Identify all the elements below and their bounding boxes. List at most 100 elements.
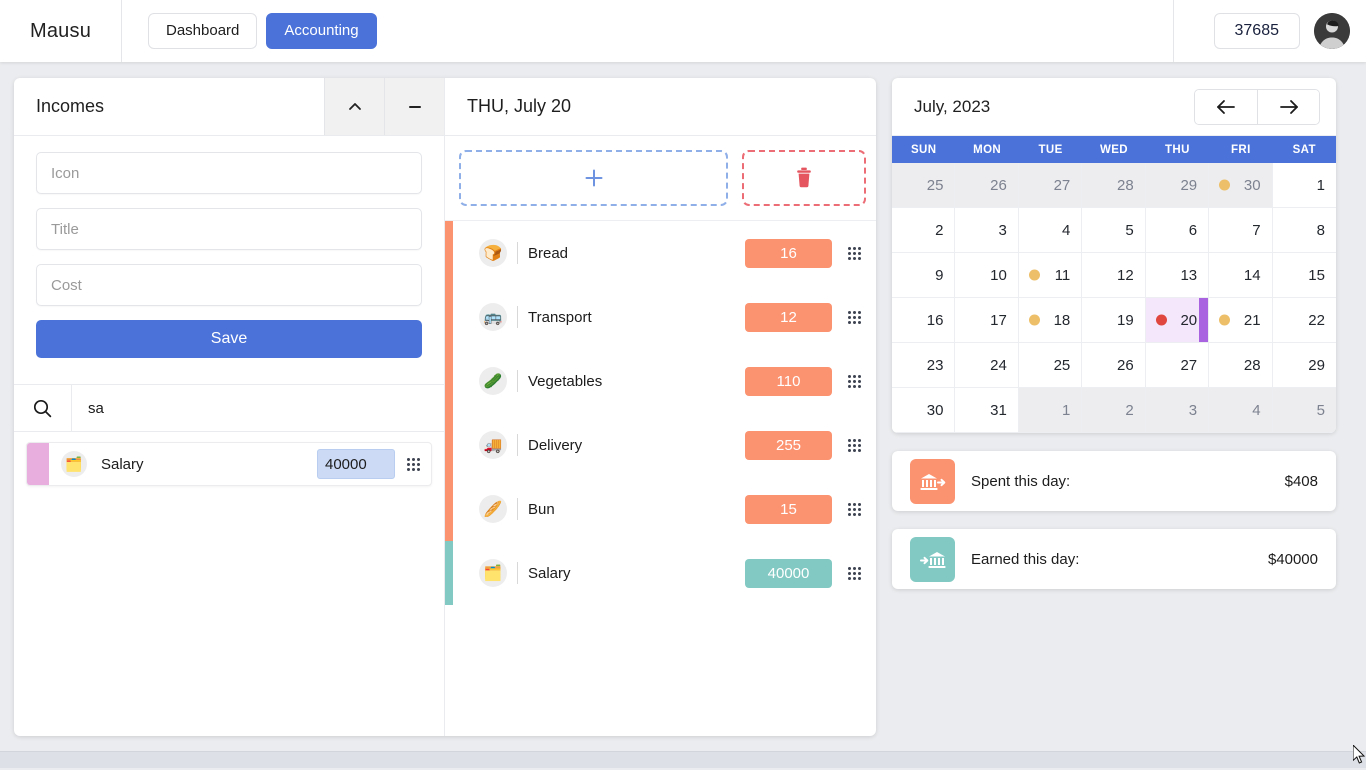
user-avatar-icon xyxy=(1314,13,1350,49)
calendar-day-cell[interactable]: 16 xyxy=(892,298,955,343)
transaction-amount[interactable]: 40000 xyxy=(745,559,832,588)
day-number: 20 xyxy=(1180,312,1197,329)
calendar-day-cell[interactable]: 30 xyxy=(892,388,955,433)
calendar-day-cell[interactable]: 11 xyxy=(1019,253,1082,298)
calendar-day-cell[interactable]: 4 xyxy=(1019,208,1082,253)
calendar-day-cell[interactable]: 24 xyxy=(955,343,1018,388)
calendar-card: July, 2023 xyxy=(892,78,1336,433)
drag-handle[interactable] xyxy=(395,458,431,471)
calendar-day-cell[interactable]: 14 xyxy=(1209,253,1272,298)
collapse-button[interactable] xyxy=(324,78,384,135)
table-row[interactable]: 🍞 Bread 16 xyxy=(453,221,876,285)
calendar-day-cell[interactable]: 18 xyxy=(1019,298,1082,343)
cost-input[interactable] xyxy=(36,264,422,306)
table-row[interactable]: 🥖 Bun 15 xyxy=(453,477,876,541)
drag-handle[interactable] xyxy=(832,503,876,516)
search-input[interactable] xyxy=(72,385,444,431)
drag-handle-icon xyxy=(848,247,861,260)
calendar-day-cell[interactable]: 5 xyxy=(1273,388,1336,433)
calendar-day-cell[interactable]: 5 xyxy=(1082,208,1145,253)
transaction-amount[interactable]: 255 xyxy=(745,431,832,460)
table-row[interactable]: 🥒 Vegetables 110 xyxy=(453,349,876,413)
calendar-day-cell[interactable]: 2 xyxy=(892,208,955,253)
avatar[interactable] xyxy=(1314,13,1350,49)
save-button[interactable]: Save xyxy=(36,320,422,358)
transaction-amount[interactable]: 16 xyxy=(745,239,832,268)
calendar-day-cell[interactable]: 27 xyxy=(1146,343,1209,388)
drag-handle[interactable] xyxy=(832,311,876,324)
selected-date-title: THU, July 20 xyxy=(445,78,876,136)
calendar-day-cell[interactable]: 25 xyxy=(1019,343,1082,388)
drag-handle-icon xyxy=(848,311,861,324)
calendar-day-cell[interactable]: 17 xyxy=(955,298,1018,343)
calendar-day-cell[interactable]: 22 xyxy=(1273,298,1336,343)
calendar-day-cell[interactable]: 13 xyxy=(1146,253,1209,298)
calendar-day-cell[interactable]: 8 xyxy=(1273,208,1336,253)
calendar-day-cell[interactable]: 20 xyxy=(1146,298,1209,343)
horizontal-scrollbar[interactable] xyxy=(0,751,1366,768)
day-number: 15 xyxy=(1308,267,1325,284)
day-marker-dot xyxy=(1219,180,1230,191)
calendar-day-cell[interactable]: 28 xyxy=(1082,163,1145,208)
list-item[interactable]: 🗂️ Salary xyxy=(26,442,432,486)
calendar-day-cell[interactable]: 3 xyxy=(955,208,1018,253)
calendar-day-cell[interactable]: 7 xyxy=(1209,208,1272,253)
table-row[interactable]: 🚚 Delivery 255 xyxy=(453,413,876,477)
drag-handle[interactable] xyxy=(832,375,876,388)
icon-input[interactable] xyxy=(36,152,422,194)
calendar-day-cell[interactable]: 29 xyxy=(1146,163,1209,208)
tab-accounting[interactable]: Accounting xyxy=(266,13,376,50)
day-number: 31 xyxy=(990,402,1007,419)
calendar-day-cell[interactable]: 4 xyxy=(1209,388,1272,433)
calendar-day-cell[interactable]: 26 xyxy=(955,163,1018,208)
minimize-button[interactable] xyxy=(384,78,444,135)
bank-out-icon xyxy=(910,459,955,504)
item-value-input[interactable] xyxy=(317,449,395,479)
calendar-day-cell[interactable]: 28 xyxy=(1209,343,1272,388)
calendar-day-cell[interactable]: 19 xyxy=(1082,298,1145,343)
calendar-day-cell[interactable]: 1 xyxy=(1273,163,1336,208)
delete-transaction-dropzone[interactable] xyxy=(742,150,866,206)
transaction-amount[interactable]: 12 xyxy=(745,303,832,332)
selected-day-edge xyxy=(1199,298,1208,342)
drag-handle[interactable] xyxy=(832,439,876,452)
calendar-day-cell[interactable]: 26 xyxy=(1082,343,1145,388)
calendar-day-cell[interactable]: 1 xyxy=(1019,388,1082,433)
table-row[interactable]: 🚌 Transport 12 xyxy=(453,285,876,349)
calendar-day-cell[interactable]: 23 xyxy=(892,343,955,388)
calendar-day-cell[interactable]: 3 xyxy=(1146,388,1209,433)
calendar-day-cell[interactable]: 21 xyxy=(1209,298,1272,343)
calendar-day-cell[interactable]: 29 xyxy=(1273,343,1336,388)
calendar-day-cell[interactable]: 12 xyxy=(1082,253,1145,298)
calendar-day-cell[interactable]: 10 xyxy=(955,253,1018,298)
title-input[interactable] xyxy=(36,208,422,250)
calendar-day-cell[interactable]: 15 xyxy=(1273,253,1336,298)
transactions-area: 🍞 Bread 16 🚌 Transport 12 xyxy=(445,221,876,736)
table-row[interactable]: 🗂️ Salary 40000 xyxy=(453,541,876,605)
calendar-day-cell[interactable]: 30 xyxy=(1209,163,1272,208)
tab-dashboard[interactable]: Dashboard xyxy=(148,13,257,50)
calendar-day-cell[interactable]: 25 xyxy=(892,163,955,208)
calendar-day-cell[interactable]: 9 xyxy=(892,253,955,298)
scrollbar-thumb[interactable] xyxy=(0,752,1366,768)
calendar-day-cell[interactable]: 31 xyxy=(955,388,1018,433)
day-number: 3 xyxy=(999,222,1007,239)
prev-month-button[interactable] xyxy=(1195,90,1257,124)
calendar-day-cell[interactable]: 6 xyxy=(1146,208,1209,253)
search-button[interactable] xyxy=(14,385,72,431)
transaction-emoji-icon: 🥒 xyxy=(479,367,507,395)
right-column: July, 2023 xyxy=(892,78,1336,589)
calendar-day-cell[interactable]: 27 xyxy=(1019,163,1082,208)
transaction-amount[interactable]: 15 xyxy=(745,495,832,524)
transaction-amount[interactable]: 110 xyxy=(745,367,832,396)
calendar-weekday-sat: SAT xyxy=(1273,136,1336,163)
add-transaction-dropzone[interactable] xyxy=(459,150,728,206)
day-number: 27 xyxy=(1054,177,1071,194)
next-month-button[interactable] xyxy=(1257,90,1319,124)
day-number: 2 xyxy=(1125,402,1133,419)
calendar-day-cell[interactable]: 2 xyxy=(1082,388,1145,433)
drag-handle[interactable] xyxy=(832,567,876,580)
balance-display[interactable]: 37685 xyxy=(1214,13,1301,49)
drag-handle[interactable] xyxy=(832,247,876,260)
plus-icon xyxy=(583,167,605,189)
